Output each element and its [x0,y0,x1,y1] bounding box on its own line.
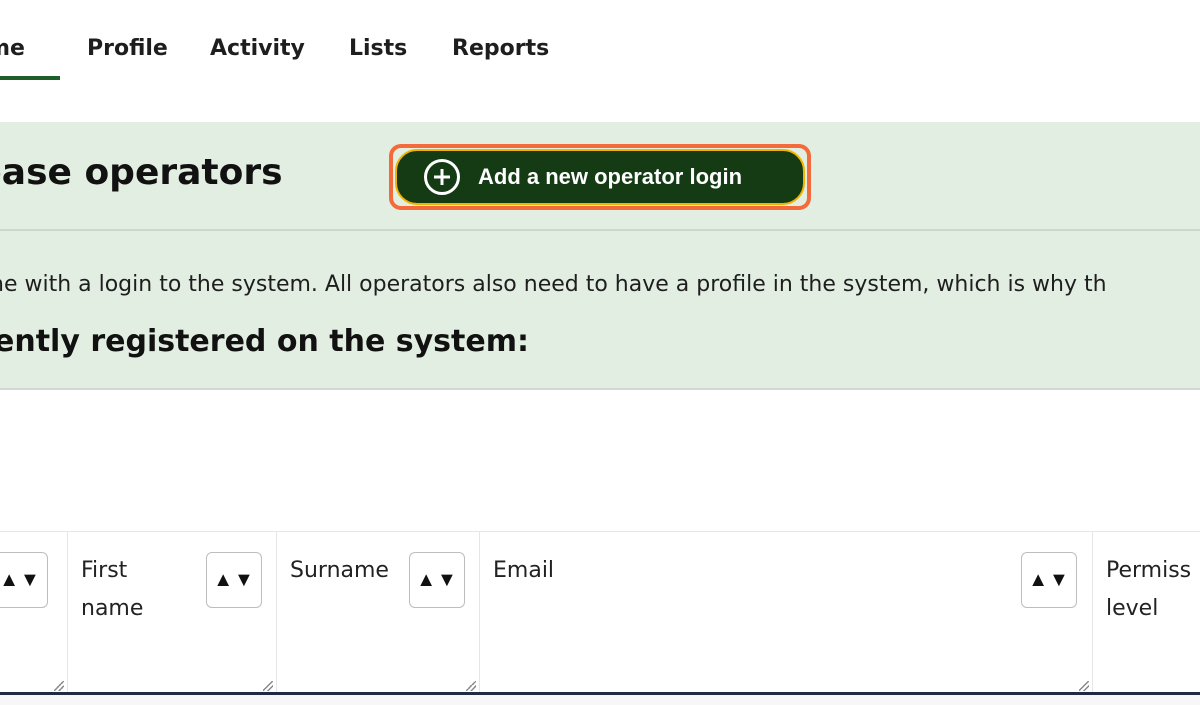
column-header: ▲▼ [0,532,68,694]
sort-button[interactable]: ▲▼ [1021,552,1077,608]
column-label: Email [493,558,555,583]
column-resize-handle[interactable] [466,681,476,691]
sort-button[interactable]: ▲▼ [409,552,465,608]
sort-button[interactable]: ▲▼ [0,552,48,608]
divider [0,229,1200,231]
page-header-panel: base operators Add a new operator login … [0,122,1200,390]
add-operator-button[interactable]: Add a new operator login [395,149,805,205]
column-label: Permiss level [1106,558,1192,621]
nav-lists[interactable]: Lists [349,36,407,61]
divider [0,388,1200,390]
section-subheading: ently registered on the system: [0,324,529,359]
column-resize-handle[interactable] [1079,681,1089,691]
add-operator-button-label: Add a new operator login [478,164,743,189]
plus-circle-icon [424,159,460,195]
top-nav: ome Profile Activity Lists Reports [0,0,1200,110]
intro-text: ne with a login to the system. All opera… [0,272,1107,297]
column-label: Surname [290,558,389,583]
column-resize-handle[interactable] [263,681,273,691]
sort-button[interactable]: ▲▼ [206,552,262,608]
operators-table-header: ▲▼ First name ▲▼ Surname ▲▼ Email ▲▼ Per… [0,531,1200,705]
nav-profile[interactable]: Profile [87,36,168,61]
column-resize-handle[interactable] [54,681,64,691]
page-title: base operators [0,152,283,193]
column-header-first-name: First name ▲▼ [68,532,277,694]
nav-reports[interactable]: Reports [452,36,549,61]
column-label: First name [81,558,144,621]
nav-home[interactable]: ome [0,36,25,61]
nav-activity[interactable]: Activity [210,36,305,61]
column-header-permission-level: Permiss level [1093,532,1200,694]
nav-active-indicator [0,76,60,80]
table-row [0,695,1200,705]
column-header-email: Email ▲▼ [480,532,1093,694]
column-header-surname: Surname ▲▼ [277,532,480,694]
